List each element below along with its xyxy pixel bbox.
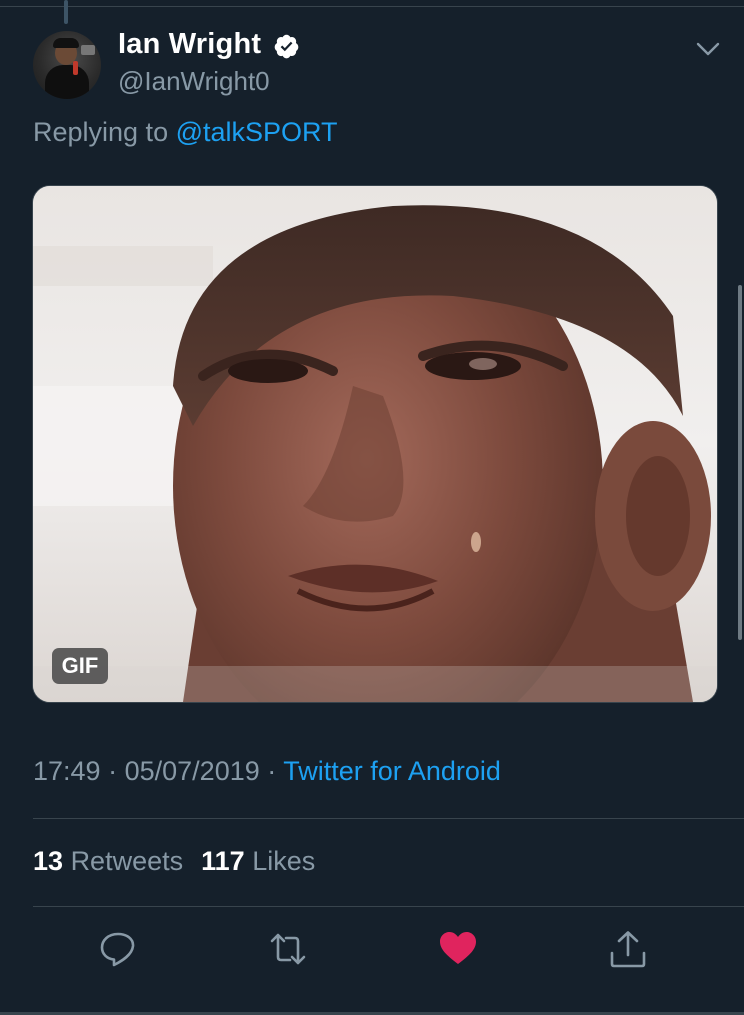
retweet-icon[interactable] [268,929,308,969]
retweets-stat[interactable]: 13 Retweets [33,846,183,876]
gif-preview-image [33,186,717,702]
engagement-stats: 13 Retweets 117 Likes [33,846,315,877]
top-divider [0,6,744,7]
meta-separator: · [267,756,277,786]
retweets-label: Retweets [70,846,184,876]
replying-to-line: Replying to @talkSPORT [33,117,338,148]
gif-badge: GIF [52,648,108,684]
replying-to-mention-link[interactable]: @talkSPORT [176,117,338,147]
tweet-time: 17:49 [33,756,101,786]
tweet-timestamp-line: 17:49 · 05/07/2019 · Twitter for Android [33,756,501,787]
verified-badge-icon [274,34,299,59]
tweet-media-gif[interactable]: GIF [32,185,718,703]
tweet-date: 05/07/2019 [124,756,260,786]
tweet-source-link[interactable]: Twitter for Android [283,756,501,786]
display-name[interactable]: Ian Wright [118,28,261,61]
chevron-down-icon[interactable] [695,40,721,58]
stats-top-divider [33,818,744,819]
likes-label: Likes [252,846,316,876]
tweet-detail-view: Ian Wright @IanWright0 Replying to @talk… [0,0,744,1015]
scrollbar[interactable] [738,285,742,640]
heart-icon[interactable] [438,929,478,969]
avatar[interactable] [33,31,101,99]
thread-connector-line [64,0,68,24]
likes-stat[interactable]: 117 Likes [201,846,315,876]
reply-icon[interactable] [98,929,138,969]
user-handle[interactable]: @IanWright0 [118,66,270,97]
share-icon[interactable] [608,929,648,969]
actions-top-divider [33,906,744,907]
meta-separator: · [108,756,118,786]
likes-count: 117 [201,846,245,876]
retweets-count: 13 [33,846,64,876]
replying-to-prefix: Replying to [33,117,176,147]
